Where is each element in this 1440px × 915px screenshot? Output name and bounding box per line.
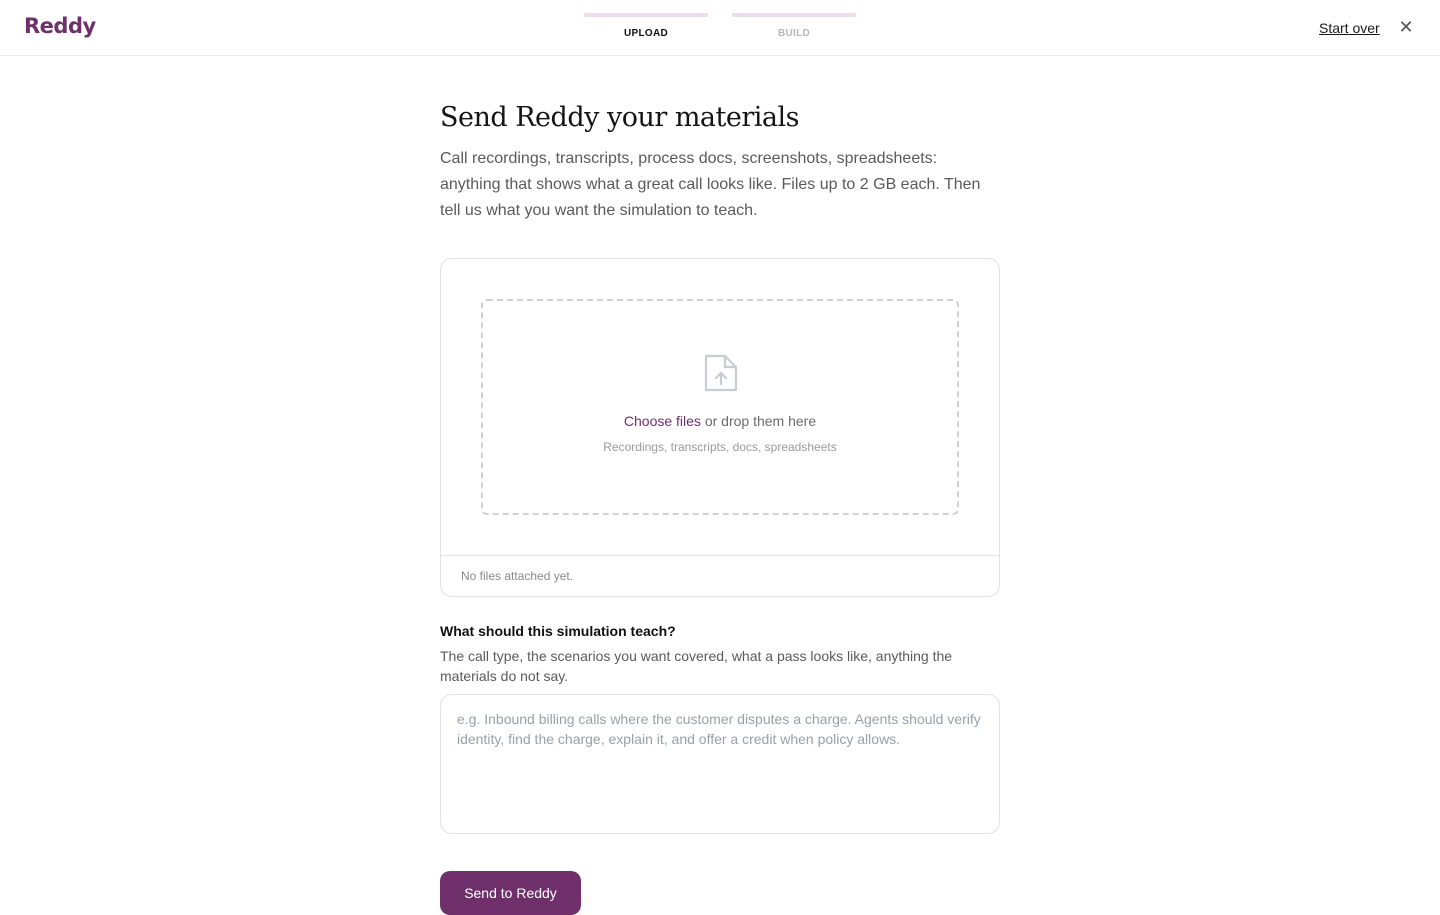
brand-logo[interactable]: Reddy <box>24 14 96 38</box>
page-title: Send Reddy your materials <box>440 102 800 133</box>
step-upload: UPLOAD <box>584 13 708 39</box>
step-upload-label: UPLOAD <box>623 28 669 39</box>
step-build: BUILD <box>732 13 856 39</box>
start-over-link[interactable]: Start over <box>1319 20 1380 36</box>
top-bar: Reddy UPLOAD BUILD Start over ✕ <box>0 0 1440 56</box>
progress-steps: UPLOAD BUILD <box>584 13 856 39</box>
teach-question-label: What should this simulation teach? <box>440 623 676 639</box>
teach-textarea[interactable] <box>440 694 1000 834</box>
step-build-bar <box>732 13 856 17</box>
attachment-status: No files attached yet. <box>441 555 999 596</box>
close-icon[interactable]: ✕ <box>1397 18 1415 36</box>
drop-suffix: or drop them here <box>700 413 817 429</box>
drop-instruction: Choose files or drop them here <box>483 413 957 429</box>
main-content: Send Reddy your materials Call recording… <box>440 100 1000 839</box>
step-upload-bar <box>584 13 708 17</box>
file-upload-icon <box>704 354 738 392</box>
file-dropzone[interactable]: Choose files or drop them here Recording… <box>481 299 959 515</box>
intro-text: Call recordings, transcripts, process do… <box>440 150 981 219</box>
send-to-reddy-button[interactable]: Send to Reddy <box>440 871 581 915</box>
choose-files-link[interactable]: Choose files <box>624 413 701 429</box>
teach-question-help: The call type, the scenarios you want co… <box>440 648 953 684</box>
file-types-hint: Recordings, transcripts, docs, spreadshe… <box>603 440 837 454</box>
upload-card: Choose files or drop them here Recording… <box>440 258 1000 597</box>
step-build-label: BUILD <box>777 28 811 39</box>
